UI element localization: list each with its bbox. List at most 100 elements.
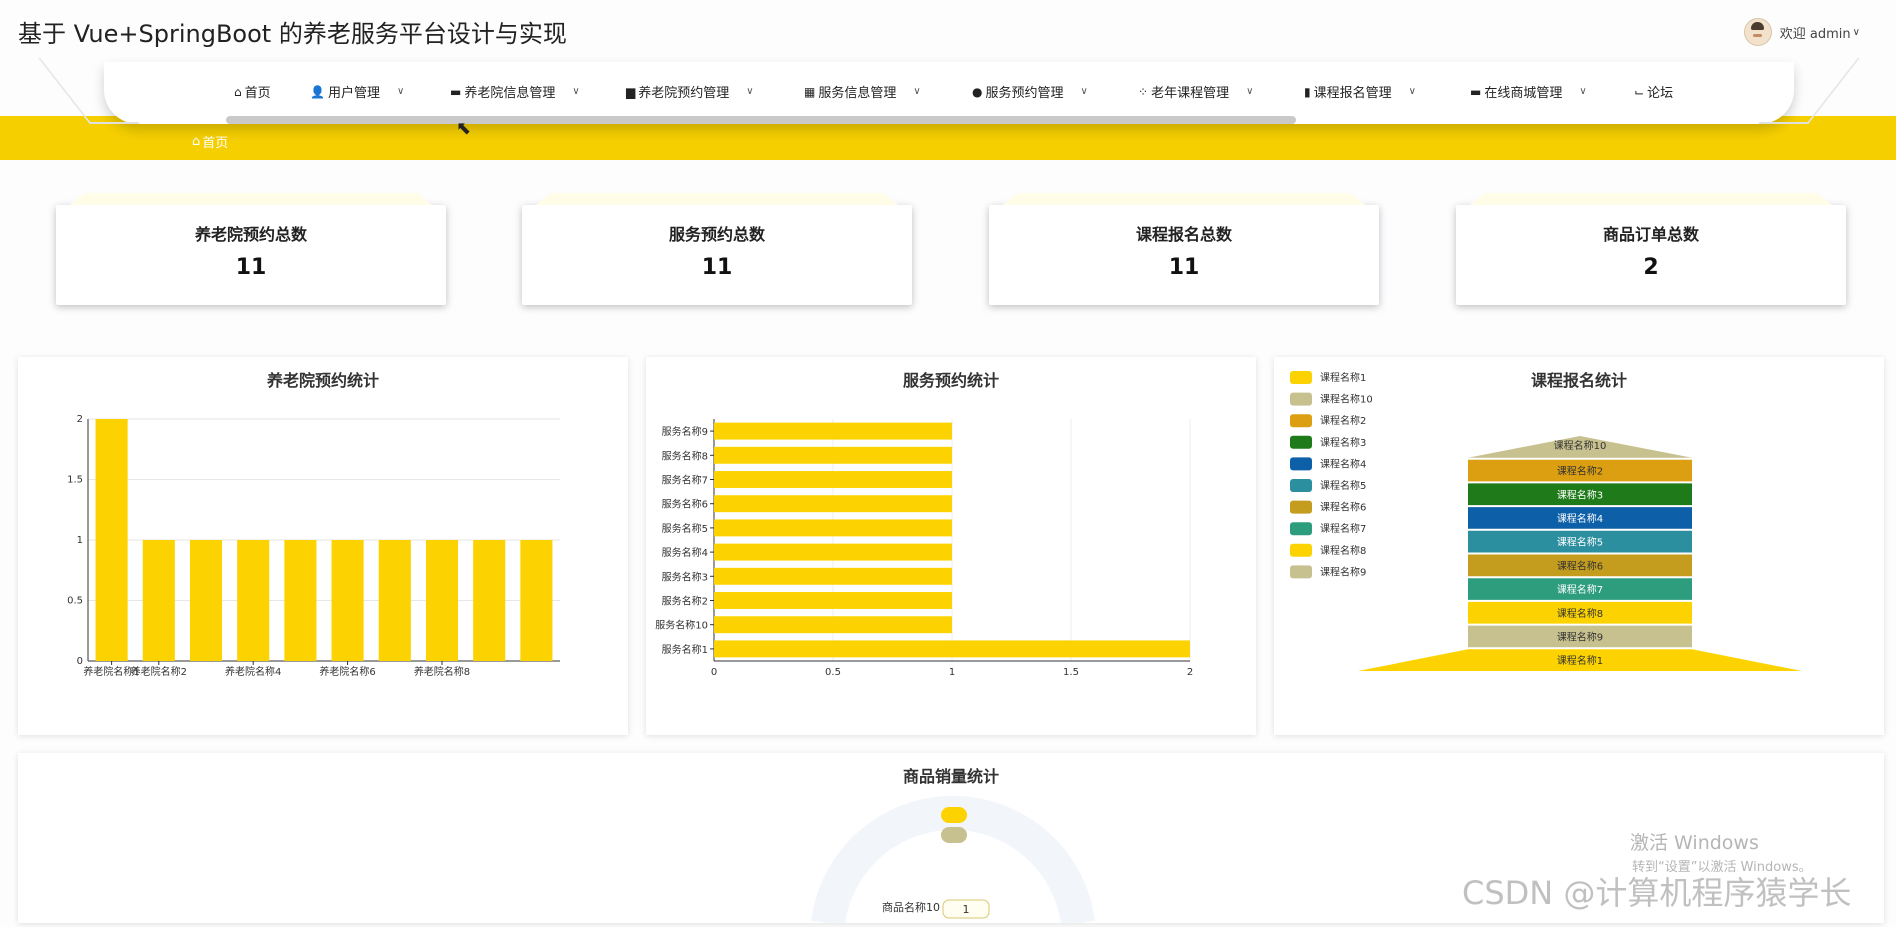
chart-card-service: 服务预约统计 0 0.5 1 1.5 2 服务名称1 服务名称10 服务名称2 服务名称3 服务名… <box>646 357 1256 735</box>
nav-item-8[interactable]: ▮ 课程报名管理 ∨ <box>1304 82 1416 102</box>
chevron-down-icon: ∨ <box>913 86 921 97</box>
nav-menu: ⌂ 首页 👤 用户管理 ∨ ▬ 养老院信息管理 ∨ ▆ 养老院预约管理 ∨ ▦ 服务信息管理 ∨ ● 服务预约… <box>104 62 1794 118</box>
breadcrumb[interactable]: ⌂ 首页 <box>192 132 228 151</box>
nav-icon: ⌂ <box>234 84 242 99</box>
legend-swatch <box>1290 371 1312 384</box>
goods-pie-label: 商品名称10 <box>882 900 940 914</box>
nav-icon: ▦ <box>804 84 816 99</box>
y-tick-label: 1.5 <box>67 475 83 486</box>
legend-label: 课程名称3 <box>1320 436 1366 449</box>
nav-item-4[interactable]: ▆ 养老院预约管理 ∨ <box>626 82 754 102</box>
nav-icon: ▬ <box>1470 84 1482 99</box>
stat-value: 2 <box>1643 255 1659 280</box>
nav-icon: ▬ <box>450 84 462 99</box>
nav-item-10[interactable]: ⌙ 论坛 <box>1634 82 1674 102</box>
windows-activate-watermark: 激活 Windows <box>1630 832 1759 854</box>
funnel-label: 课程名称9 <box>1557 630 1603 643</box>
stat-label: 课程报名总数 <box>1135 225 1232 244</box>
nav-icon: ▆ <box>626 84 636 99</box>
legend-label: 课程名称9 <box>1320 565 1366 578</box>
bar-养老院名称6 <box>331 540 364 661</box>
course-signup-chart: 课程名称1 课程名称10 课程名称2 课程名称3 课程名称4 课程名称5 课程名称6 课程名称… <box>1290 371 1802 671</box>
y-tick-label: 服务名称7 <box>662 474 708 487</box>
legend-label: 课程名称6 <box>1320 501 1366 514</box>
nav-label: 老年课程管理 <box>1151 86 1230 101</box>
legend-swatch <box>1290 392 1312 406</box>
nav-item-7[interactable]: ⁘ 老年课程管理 ∨ <box>1138 82 1254 102</box>
nav-item-2[interactable]: 👤 用户管理 ∨ <box>310 82 404 102</box>
breadcrumb-home[interactable]: 首页 <box>202 132 228 151</box>
funnel-label: 课程名称1 <box>1557 654 1603 667</box>
bar-养老院名称2 <box>142 540 175 661</box>
nav-label: 养老院预约管理 <box>638 86 730 101</box>
chevron-down-icon: ∨ <box>1579 86 1587 97</box>
legend-swatch <box>1290 543 1312 557</box>
stat-card-nursing-booking: 养老院预约总数 11 <box>56 205 446 305</box>
bar-服务名称1 <box>714 640 1190 658</box>
chart-title: 商品销量统计 <box>902 767 999 786</box>
chevron-down-icon: ∨ <box>1852 26 1860 38</box>
legend-label: 课程名称4 <box>1320 457 1366 470</box>
bar-服务名称4 <box>714 543 952 561</box>
funnel-label: 课程名称10 <box>1554 439 1607 452</box>
legend-label: 课程名称10 <box>1320 393 1373 406</box>
x-tick-label: 养老院名称6 <box>319 665 375 678</box>
user-menu[interactable]: 欢迎 admin ∨ <box>1743 18 1860 46</box>
chevron-down-icon: ∨ <box>1246 86 1254 97</box>
nav-item-3[interactable]: ▬ 养老院信息管理 ∨ <box>450 82 580 102</box>
csdn-watermark: CSDN @计算机程序猿学长 <box>1462 874 1852 912</box>
legend-swatch <box>1290 435 1312 449</box>
y-tick-label: 服务名称5 <box>662 522 708 535</box>
bar-服务名称9 <box>714 422 952 440</box>
stat-card-course-signup: 课程报名总数 11 <box>989 205 1379 305</box>
x-tick-label: 养老院名称4 <box>225 665 281 678</box>
nav-label: 养老院信息管理 <box>464 86 556 101</box>
nav-icon: ● <box>972 84 983 99</box>
nursing-booking-chart: 00.511.52养老院名称1养老院名称2 养老院名称4 养老院名称6 养老院名称8 <box>67 414 560 678</box>
nav-icon: ▮ <box>1304 84 1311 99</box>
bar-养老院名称7 <box>378 540 411 661</box>
nav-item-1[interactable]: ⌂ 首页 <box>234 82 271 102</box>
stat-value: 11 <box>1168 255 1200 280</box>
stat-value: 11 <box>235 255 267 280</box>
nav-item-9[interactable]: ▬ 在线商城管理 ∨ <box>1470 82 1587 102</box>
nav-label: 课程报名管理 <box>1313 86 1392 101</box>
nav-icon: ⁘ <box>1138 84 1149 99</box>
top-nav-panel: ⌂ 首页 👤 用户管理 ∨ ▬ 养老院信息管理 ∨ ▆ 养老院预约管理 ∨ ▦ 服务信息管理 ∨ ● 服务预约… <box>104 62 1794 124</box>
nav-item-6[interactable]: ● 服务预约管理 ∨ <box>972 82 1088 102</box>
avatar[interactable] <box>1743 18 1772 46</box>
bar-服务名称5 <box>714 519 952 537</box>
legend-label: 课程名称8 <box>1320 544 1366 557</box>
bar-服务名称3 <box>714 567 952 585</box>
funnel-label: 课程名称7 <box>1557 583 1603 596</box>
goods-legend-marker <box>941 827 967 843</box>
nav-label: 论坛 <box>1647 86 1674 101</box>
legend-label: 课程名称7 <box>1320 522 1366 535</box>
goods-legend-marker <box>941 807 967 823</box>
nav-icon: ⌙ <box>1634 84 1645 99</box>
bar-养老院名称4 <box>237 540 270 661</box>
funnel-label: 课程名称3 <box>1557 488 1603 501</box>
nav-item-5[interactable]: ▦ 服务信息管理 ∨ <box>804 82 921 102</box>
bar-养老院名称10 <box>520 540 553 661</box>
bar-养老院名称8 <box>425 540 459 661</box>
service-booking-chart: 0 0.5 1 1.5 2 服务名称1 服务名称10 服务名称2 服务名称3 服务名称4 服务名称5… <box>655 419 1193 678</box>
bar-养老院名称1 <box>95 419 128 661</box>
stat-value: 11 <box>701 255 733 280</box>
y-tick-label: 服务名称8 <box>662 449 708 462</box>
app-title: 基于 Vue+SpringBoot 的养老服务平台设计与实现 <box>18 20 567 48</box>
bar-服务名称10 <box>714 616 952 634</box>
y-tick-label: 服务名称9 <box>662 425 708 438</box>
y-tick-label: 0.5 <box>67 596 83 607</box>
y-tick-label: 服务名称1 <box>662 643 708 656</box>
x-tick-label: 1 <box>949 667 955 678</box>
y-tick-label: 0 <box>77 656 83 667</box>
welcome-text: 欢迎 admin <box>1779 26 1851 42</box>
nav-scrollbar[interactable] <box>226 116 1296 124</box>
chevron-down-icon: ∨ <box>1408 86 1416 97</box>
x-tick-label: 养老院名称8 <box>414 665 470 678</box>
y-tick-label: 服务名称6 <box>662 498 708 511</box>
chevron-down-icon: ∨ <box>572 86 580 97</box>
x-tick-label: 养老院名称2 <box>131 665 187 678</box>
legend-swatch <box>1290 479 1312 492</box>
